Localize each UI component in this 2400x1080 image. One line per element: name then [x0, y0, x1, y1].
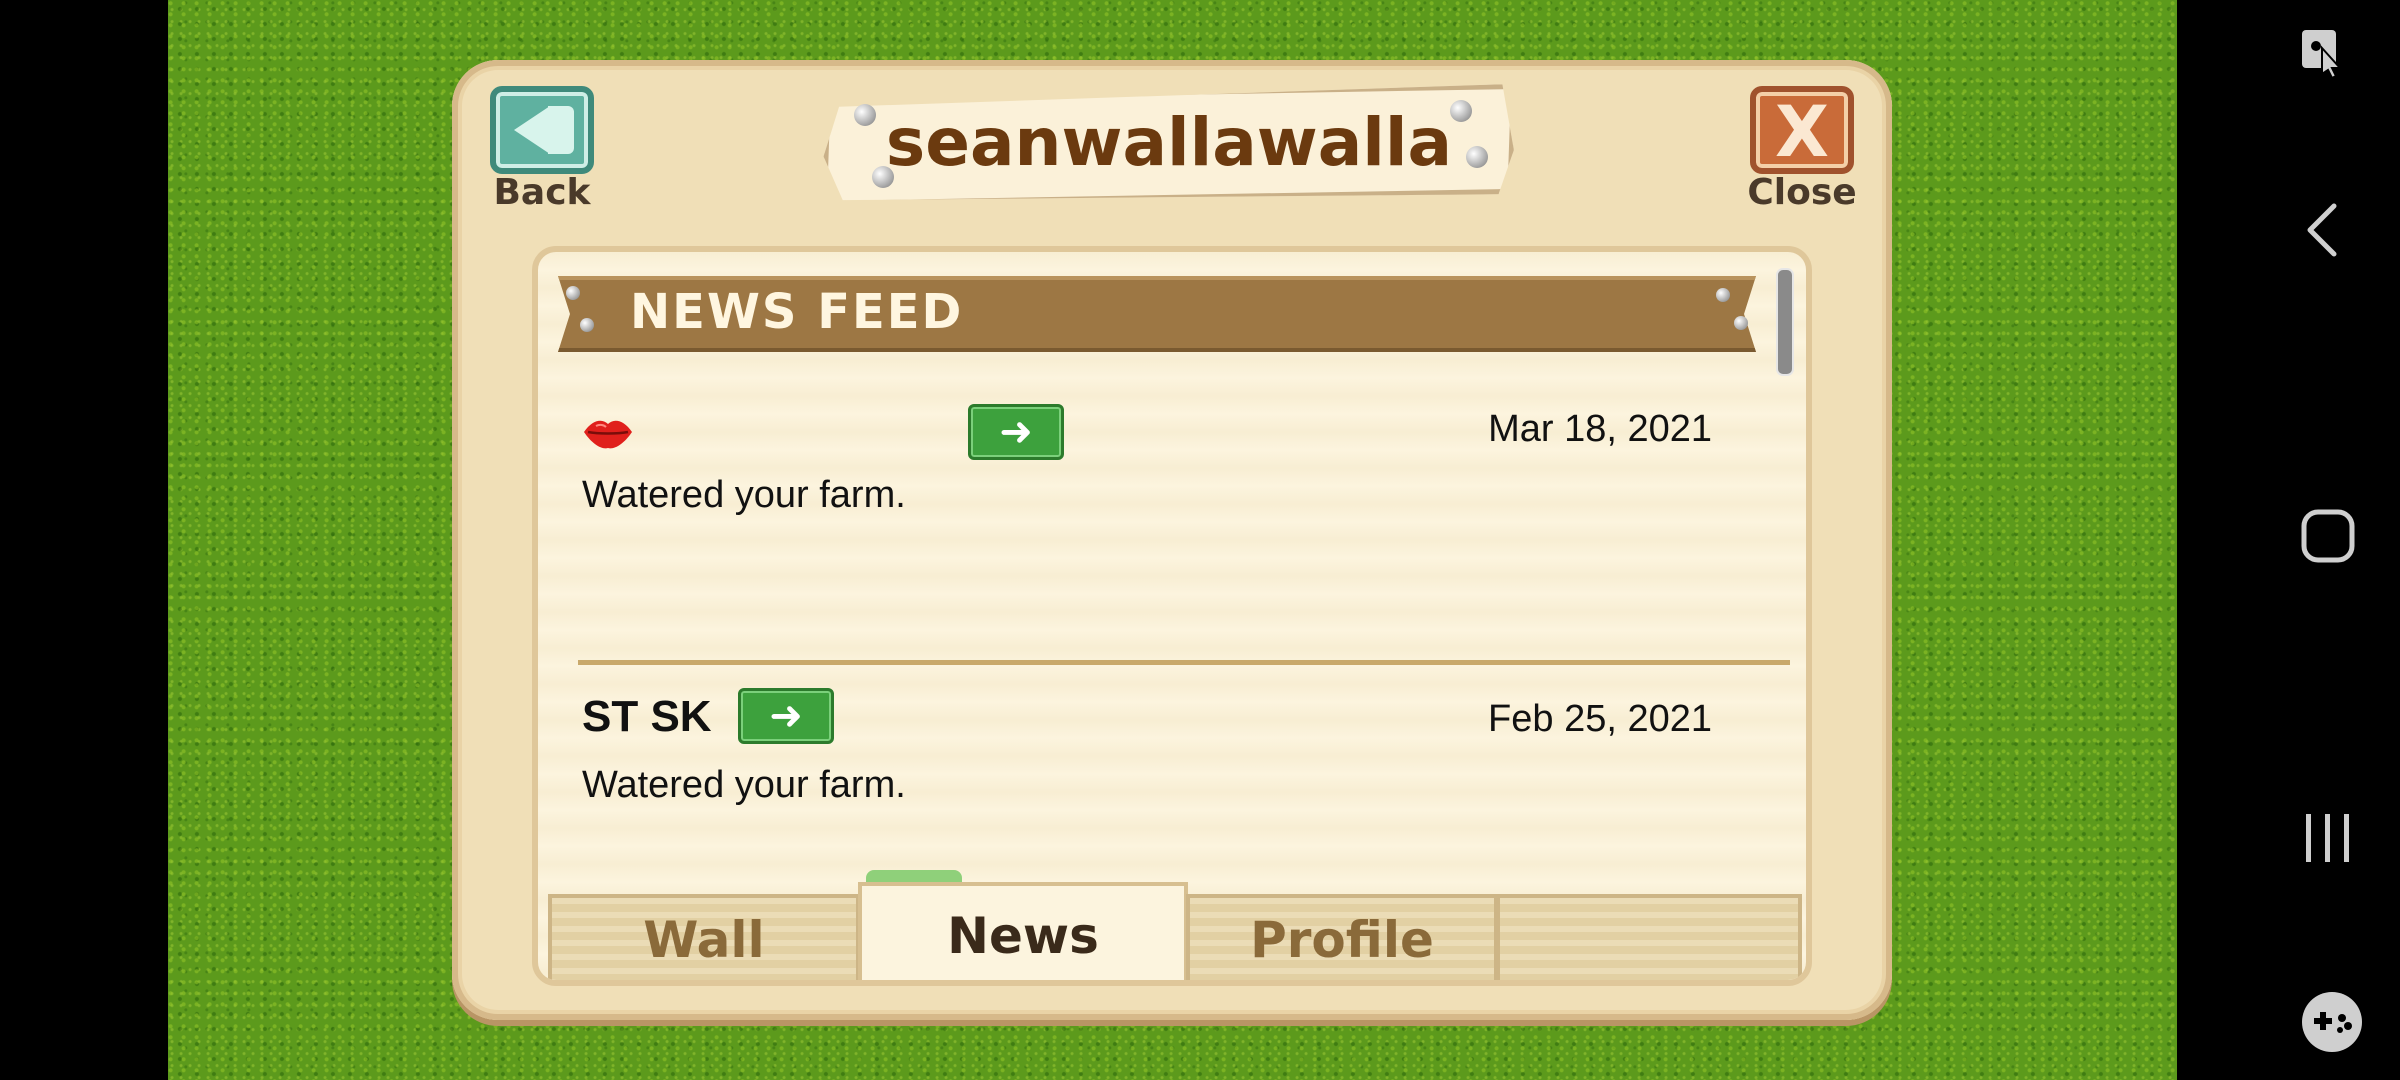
- feed-item: ➜ Mar 18, 2021 Watered your farm.: [582, 402, 1792, 542]
- back-arrow-icon-body: [548, 106, 574, 154]
- scrollbar[interactable]: [1776, 268, 1794, 376]
- nail-icon: [1734, 316, 1748, 330]
- recents-icon[interactable]: [2300, 810, 2356, 866]
- close-icon: X: [1775, 91, 1829, 173]
- go-to-farm-button[interactable]: ➜: [738, 688, 834, 744]
- friend-dialog: Back seanwallawalla X Close NEWS FEED ➜ …: [452, 60, 1892, 1020]
- tab-news[interactable]: News: [858, 882, 1188, 980]
- news-feed-title: NEWS FEED: [630, 284, 964, 340]
- close-label: Close: [1747, 172, 1857, 213]
- feed-item-date: Mar 18, 2021: [1488, 408, 1712, 450]
- dialog-title: seanwallawalla: [885, 104, 1453, 181]
- news-panel[interactable]: NEWS FEED ➜ Mar 18, 2021 Watered your fa…: [532, 246, 1812, 986]
- nail-icon: [1716, 288, 1730, 302]
- tab-wall[interactable]: Wall: [548, 894, 860, 980]
- back-arrow-icon: [514, 106, 550, 154]
- go-to-farm-button[interactable]: ➜: [968, 404, 1064, 460]
- home-icon[interactable]: [2300, 508, 2356, 564]
- nail-icon: [580, 318, 594, 332]
- arrow-right-icon: ➜: [769, 693, 803, 739]
- arrow-right-icon: ➜: [999, 409, 1033, 455]
- tab-empty[interactable]: [1496, 894, 1802, 980]
- tab-bar: Wall News Profile: [548, 870, 1804, 980]
- lips-icon: [584, 420, 632, 449]
- feed-item-text: Watered your farm.: [582, 474, 906, 516]
- system-nav-bar: [2177, 0, 2400, 1080]
- feed-item-name: ST SK: [582, 692, 712, 741]
- game-launcher-icon[interactable]: [2300, 990, 2364, 1054]
- feed-item-date: Feb 25, 2021: [1488, 698, 1712, 740]
- nail-icon: [566, 286, 580, 300]
- back-icon[interactable]: [2300, 200, 2344, 260]
- close-button[interactable]: X: [1750, 86, 1854, 174]
- feed-item-text: Watered your farm.: [582, 764, 906, 806]
- tab-profile[interactable]: Profile: [1186, 894, 1498, 980]
- back-label: Back: [493, 172, 591, 213]
- left-black-bar: [0, 0, 168, 1080]
- accessibility-icon[interactable]: [2300, 28, 2344, 78]
- back-button[interactable]: [490, 86, 594, 174]
- feed-item: ST SK ➜ Feb 25, 2021 Watered your farm.: [582, 642, 1792, 806]
